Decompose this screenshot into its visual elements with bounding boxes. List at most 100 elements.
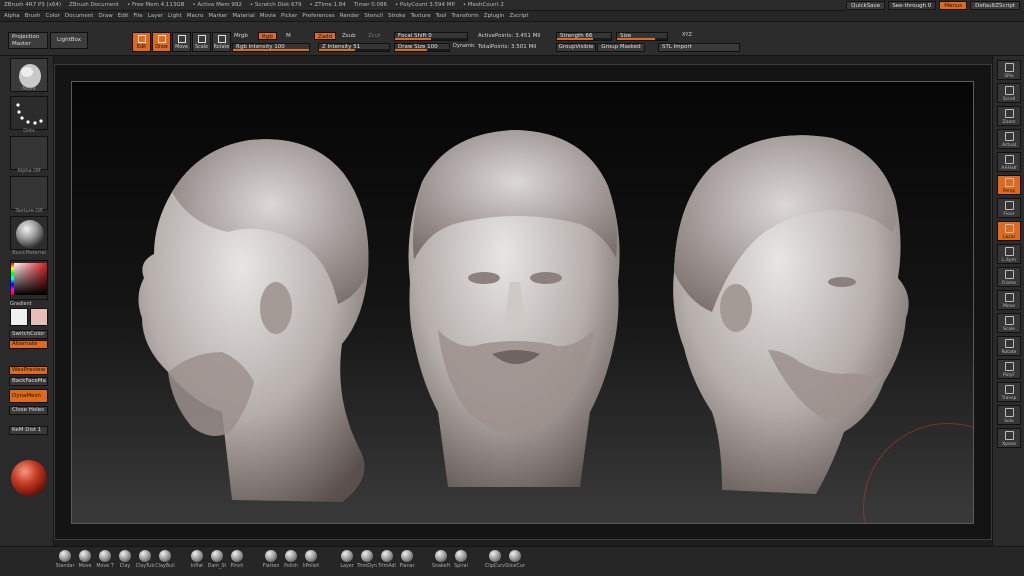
brush-pinch[interactable]: Pinch bbox=[228, 550, 246, 574]
brush-trimdyn[interactable]: TrimDyn bbox=[357, 550, 377, 574]
brush-clay[interactable]: Clay bbox=[116, 550, 134, 574]
right-shelf-lsym-button[interactable]: L.Sym bbox=[997, 244, 1021, 264]
strength-slider[interactable]: Strength 66 bbox=[556, 32, 612, 41]
right-shelf-transp-button[interactable]: Transp bbox=[997, 382, 1021, 402]
menu-item-stencil[interactable]: Stencil bbox=[364, 13, 383, 19]
menu-item-draw[interactable]: Draw bbox=[98, 13, 112, 19]
brush-polish[interactable]: Polish bbox=[282, 550, 300, 574]
right-shelf-rotate-button[interactable]: Rotate bbox=[997, 336, 1021, 356]
right-shelf-spix-button[interactable]: SPix bbox=[997, 60, 1021, 80]
right-shelf-local-button[interactable]: Local bbox=[997, 221, 1021, 241]
brush-spiral[interactable]: Spiral bbox=[452, 550, 470, 574]
backface-mask-button[interactable]: BackFaceMa bbox=[9, 377, 48, 386]
stl-import-button[interactable]: STL Import bbox=[658, 43, 740, 52]
right-shelf-actual-button[interactable]: Actual bbox=[997, 129, 1021, 149]
tool-move-button[interactable]: Move bbox=[172, 32, 191, 52]
menu-item-document[interactable]: Document bbox=[65, 13, 94, 19]
brush-hpolish[interactable]: hPolish bbox=[302, 550, 320, 574]
right-shelf-frame-button[interactable]: Frame bbox=[997, 267, 1021, 287]
main-color-swatch[interactable] bbox=[10, 308, 28, 326]
see-through-slider[interactable]: See-through 0 bbox=[888, 1, 937, 10]
brush-flatten[interactable]: Flatten bbox=[262, 550, 280, 574]
wax-preview-button[interactable]: WaxPreview bbox=[9, 366, 48, 375]
menu-item-movie[interactable]: Movie bbox=[260, 13, 276, 19]
brush-move-t[interactable]: Move T bbox=[96, 550, 114, 574]
menu-item-stroke[interactable]: Stroke bbox=[388, 13, 406, 19]
zsub-button[interactable]: Zsub bbox=[342, 33, 356, 39]
tool-draw-button[interactable]: Draw bbox=[152, 32, 171, 52]
draw-size-slider[interactable]: Draw Size 100 bbox=[394, 43, 450, 52]
switch-color-button[interactable]: SwitchColor bbox=[9, 330, 48, 339]
alternate-button[interactable]: Alternate bbox=[9, 340, 48, 349]
rgb-button[interactable]: Rgb bbox=[258, 32, 277, 40]
dynamic-button[interactable]: Dynamic bbox=[453, 43, 475, 49]
right-shelf-scale-button[interactable]: Scale bbox=[997, 313, 1021, 333]
brush-standar[interactable]: Standar bbox=[56, 550, 74, 574]
menu-item-render[interactable]: Render bbox=[340, 13, 360, 19]
menu-item-edit[interactable]: Edit bbox=[118, 13, 129, 19]
z-intensity-slider[interactable]: Z Intensity 51 bbox=[318, 43, 390, 52]
default-zscript-button[interactable]: DefaultZScript bbox=[970, 1, 1020, 10]
brush-planar[interactable]: Planar bbox=[398, 550, 416, 574]
tool-scale-button[interactable]: Scale bbox=[192, 32, 211, 52]
brush-claybuil[interactable]: ClayBuil bbox=[155, 550, 175, 574]
color-gradient-field[interactable] bbox=[13, 263, 47, 295]
right-shelf-xpose-button[interactable]: Xpose bbox=[997, 428, 1021, 448]
zcut-button[interactable]: Zcut bbox=[368, 33, 380, 39]
zadd-button[interactable]: Zadd bbox=[314, 32, 337, 40]
brush-layer[interactable]: Layer bbox=[338, 550, 356, 574]
menu-item-macro[interactable]: Macro bbox=[187, 13, 204, 19]
kem-dist-slider[interactable]: KeM Dist 1 bbox=[9, 426, 48, 435]
group-masked-button[interactable]: Group Masked bbox=[597, 43, 645, 52]
hue-strip[interactable] bbox=[11, 263, 14, 295]
stroke-thumbnail[interactable] bbox=[10, 96, 48, 130]
texture-thumbnail[interactable] bbox=[10, 176, 48, 210]
right-shelf-aahalf-button[interactable]: AAHalf bbox=[997, 152, 1021, 172]
lightbox-button[interactable]: LightBox bbox=[50, 32, 88, 49]
right-shelf-solo-button[interactable]: Solo bbox=[997, 405, 1021, 425]
brush-inflat[interactable]: Inflat bbox=[188, 550, 206, 574]
menu-item-brush[interactable]: Brush bbox=[25, 13, 41, 19]
menus-toggle[interactable]: Menus bbox=[939, 1, 968, 10]
xyz-button[interactable]: XYZ bbox=[682, 32, 692, 38]
right-shelf-persp-button[interactable]: Persp bbox=[997, 175, 1021, 195]
viewport[interactable] bbox=[54, 64, 992, 540]
menu-item-alpha[interactable]: Alpha bbox=[4, 13, 20, 19]
menu-item-tool[interactable]: Tool bbox=[436, 13, 447, 19]
brush-dam-st[interactable]: Dam_St bbox=[208, 550, 226, 574]
menu-item-color[interactable]: Color bbox=[46, 13, 60, 19]
red-material-ball[interactable] bbox=[11, 460, 47, 496]
brush-trimadi[interactable]: TrimAdi bbox=[378, 550, 396, 574]
quicksave-button[interactable]: QuickSave bbox=[846, 1, 886, 10]
tool-edit-button[interactable]: Edit bbox=[132, 32, 151, 52]
close-holes-button[interactable]: Close Holes bbox=[9, 406, 48, 415]
brush-slicecur[interactable]: SliceCur bbox=[505, 550, 525, 574]
menu-item-material[interactable]: Material bbox=[232, 13, 254, 19]
rgb-intensity-slider[interactable]: Rgb Intensity 100 bbox=[232, 43, 310, 52]
m-button[interactable]: M bbox=[286, 33, 291, 39]
brush-clipcurv[interactable]: ClipCurv bbox=[485, 550, 505, 574]
groupvisible-button[interactable]: GroupVisible bbox=[556, 43, 596, 52]
menu-item-transform[interactable]: Transform bbox=[451, 13, 478, 19]
right-shelf-floor-button[interactable]: Floor bbox=[997, 198, 1021, 218]
projection-master-button[interactable]: Projection Master bbox=[8, 32, 48, 49]
tool-rotate-button[interactable]: Rotate bbox=[212, 32, 231, 52]
material-thumbnail[interactable] bbox=[10, 216, 48, 250]
right-shelf-scroll-button[interactable]: Scroll bbox=[997, 83, 1021, 103]
menu-item-zplugin[interactable]: Zplugin bbox=[484, 13, 505, 19]
menu-item-zscript[interactable]: Zscript bbox=[509, 13, 528, 19]
secondary-color-swatch[interactable] bbox=[30, 308, 48, 326]
brush-claytub[interactable]: ClayTub bbox=[136, 550, 154, 574]
dynamesh-button[interactable]: DynaMesh bbox=[9, 389, 48, 403]
menu-item-file[interactable]: File bbox=[133, 13, 142, 19]
document-canvas[interactable] bbox=[71, 81, 974, 524]
right-shelf-zoom-button[interactable]: Zoom bbox=[997, 106, 1021, 126]
menu-item-marker[interactable]: Marker bbox=[208, 13, 227, 19]
focal-shift-slider[interactable]: Focal Shift 0 bbox=[394, 32, 468, 41]
brush-move[interactable]: Move bbox=[76, 550, 94, 574]
right-shelf-polyf-button[interactable]: PolyF bbox=[997, 359, 1021, 379]
mrgb-button[interactable]: Mrgb bbox=[234, 33, 248, 39]
menu-item-light[interactable]: Light bbox=[168, 13, 182, 19]
brush-snakeh[interactable]: SnakeH bbox=[432, 550, 450, 574]
menu-item-texture[interactable]: Texture bbox=[411, 13, 431, 19]
